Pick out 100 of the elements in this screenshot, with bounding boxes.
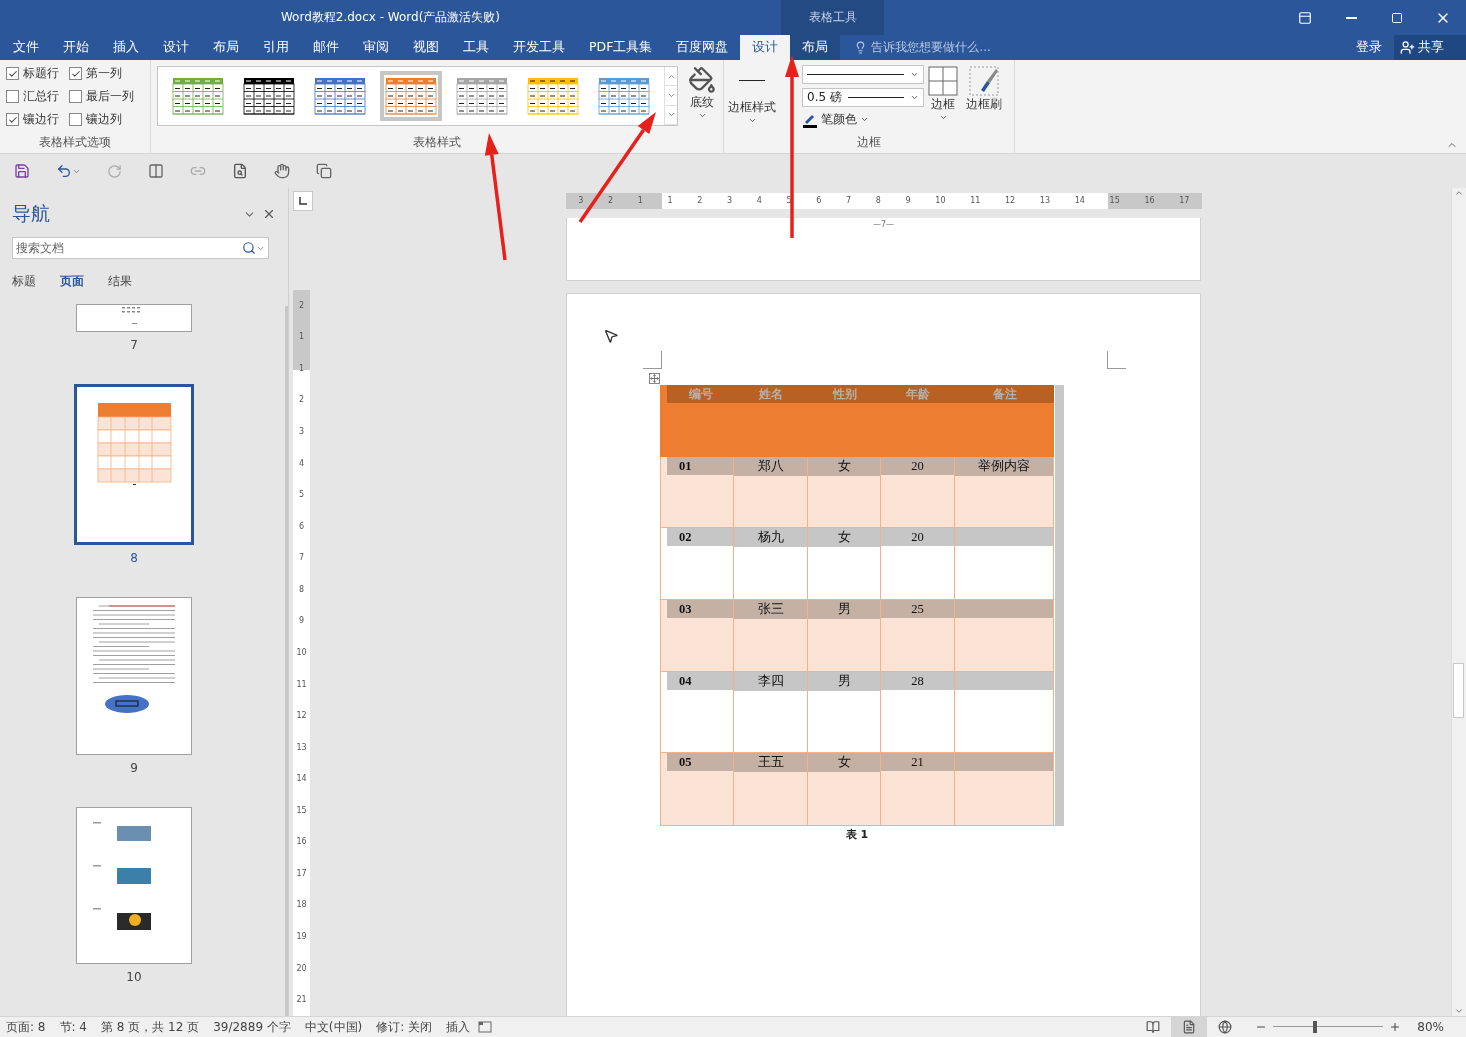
shading-button[interactable]: 底纹 [684, 64, 720, 122]
macro-record-icon[interactable] [478, 1021, 493, 1033]
scrollbar-thumb[interactable] [1453, 663, 1464, 718]
ribbon-tab[interactable]: 视图 [401, 35, 451, 60]
checkbox[interactable] [69, 67, 82, 80]
checkbox[interactable] [69, 90, 82, 103]
navigation-tab[interactable]: 页面 [60, 273, 84, 290]
ruler-number: 16 [296, 838, 307, 847]
pen-color-button[interactable]: 笔颜色 [802, 111, 924, 128]
save-icon[interactable] [14, 163, 30, 179]
horizontal-ruler[interactable]: 3 2 1 1 2 3 4 5 6 7 8 9 10 11 12 13 14 15 16 17 [566, 193, 1202, 209]
vertical-ruler[interactable]: 2 1 1 2 3 4 5 6 7 8 9 10 11 12 13 14 15 16 17 18 19 20 21 [293, 290, 310, 1016]
table-move-handle[interactable] [649, 373, 660, 384]
ruler-number: 18 [296, 901, 307, 910]
cell-text: 20 [911, 529, 924, 545]
ruler-number: 15 [296, 806, 307, 815]
ruler-number: 19 [296, 933, 307, 942]
ribbon-tab[interactable]: 审阅 [351, 35, 401, 60]
border-styles-button[interactable]: 边框样式 [724, 64, 780, 127]
column-header: 备注 [991, 385, 1018, 403]
person-add-icon [1400, 40, 1415, 55]
close-pane-icon[interactable] [262, 207, 276, 221]
ribbon-tab[interactable]: 引用 [251, 35, 301, 60]
cell-text: 25 [911, 601, 924, 617]
page-thumbnail[interactable] [74, 384, 194, 546]
status-item: 中文(中国) [303, 1018, 364, 1036]
print-preview-icon[interactable] [232, 163, 248, 179]
page-thumbnail[interactable] [76, 806, 192, 964]
border-grid-icon [928, 66, 958, 96]
checkbox[interactable] [6, 113, 19, 126]
ruler-number: 3 [578, 197, 584, 205]
border-painter-button[interactable]: 边框刷 [962, 64, 1006, 115]
ribbon-tab[interactable]: 邮件 [301, 35, 351, 60]
ribbon-tab[interactable]: 百度网盘 [664, 35, 741, 60]
cell-text: 03 [679, 601, 692, 617]
status-item: 节: 4 [58, 1018, 88, 1036]
page-thumbnail[interactable] [76, 597, 192, 755]
ribbon-tab[interactable]: 开发工具 [501, 35, 577, 60]
cell-text: 05 [679, 754, 692, 770]
columns-icon[interactable] [148, 163, 164, 179]
sign-in-link[interactable]: 登录 [1344, 35, 1394, 60]
ruler-number: 14 [296, 775, 307, 784]
hand-icon[interactable] [274, 163, 290, 179]
checkbox[interactable] [6, 90, 19, 103]
page-thumbnail[interactable] [76, 304, 192, 333]
table-style-gallery[interactable] [157, 66, 678, 126]
status-item: 39/2889 个字 [212, 1018, 292, 1036]
checkbox-label: 最后一列 [86, 88, 134, 105]
ribbon-tab[interactable]: 布局 [201, 35, 251, 60]
ruler-number: 2 [298, 301, 305, 310]
ribbon-tab[interactable]: 文件 [1, 35, 51, 60]
ribbon-tab[interactable]: 设计 [151, 35, 201, 60]
zoom-in-icon[interactable] [1389, 1021, 1402, 1033]
vertical-scrollbar[interactable] [1451, 188, 1466, 1016]
ruler-number: 10 [935, 197, 946, 205]
cell-text: 女 [837, 529, 851, 546]
ribbon-tab[interactable]: PDF工具集 [577, 35, 665, 60]
borders-button[interactable]: 边框 [924, 64, 962, 124]
tab-stop-selector[interactable] [293, 191, 313, 211]
checkbox[interactable] [6, 67, 19, 80]
ribbon-tab[interactable]: 布局 [790, 35, 841, 60]
cell-text: 男 [837, 673, 851, 690]
ruler-number: 2 [298, 396, 305, 405]
group-label: 边框 [856, 135, 882, 151]
copy-icon[interactable] [316, 163, 332, 179]
left-tab-icon [299, 197, 307, 205]
zoom-level[interactable]: 80% [1411, 1020, 1452, 1034]
cell-text: 男 [837, 601, 851, 618]
cell-text: 女 [837, 458, 851, 475]
undo-icon[interactable] [56, 163, 72, 179]
navigation-tab[interactable]: 标题 [12, 273, 36, 290]
view-mode-button[interactable] [1171, 1017, 1208, 1037]
caret-icon[interactable] [1454, 1006, 1464, 1016]
checkbox[interactable] [69, 113, 82, 126]
cell-text: 01 [679, 458, 692, 474]
cell-text: 02 [679, 529, 692, 545]
share-button[interactable]: 共享 [1394, 35, 1466, 60]
line-style-dropdown[interactable] [802, 65, 924, 84]
ruler-number: 6 [816, 197, 822, 205]
search-field[interactable]: 搜索文档 [12, 237, 269, 259]
tell-me-field[interactable]: 告诉我您想要做什么... [854, 35, 991, 60]
column-header: 性别 [831, 385, 858, 403]
minimize-icon [1345, 16, 1357, 19]
up-caret-icon[interactable] [1454, 188, 1464, 198]
ribbon-tab[interactable]: 设计 [740, 35, 791, 60]
zoom-thumb[interactable] [1313, 1021, 1318, 1033]
search-icon [242, 241, 256, 255]
margin-corner-mark [1107, 351, 1126, 369]
ruler-number: 9 [905, 197, 911, 205]
cell-text: 20 [911, 458, 924, 474]
navigation-tab[interactable]: 结果 [108, 273, 132, 290]
ribbon-tab[interactable]: 开始 [51, 35, 101, 60]
ruler-number: 1 [667, 197, 673, 205]
caret-icon [910, 70, 919, 79]
cell-text: 杨九 [757, 529, 784, 546]
line-weight-dropdown[interactable]: 0.5 磅 [802, 88, 924, 107]
ribbon-tab[interactable]: 插入 [101, 35, 151, 60]
ribbon-display-icon [1298, 10, 1312, 25]
ruler-number: 1 [298, 364, 305, 373]
ribbon-tab[interactable]: 工具 [451, 35, 501, 60]
